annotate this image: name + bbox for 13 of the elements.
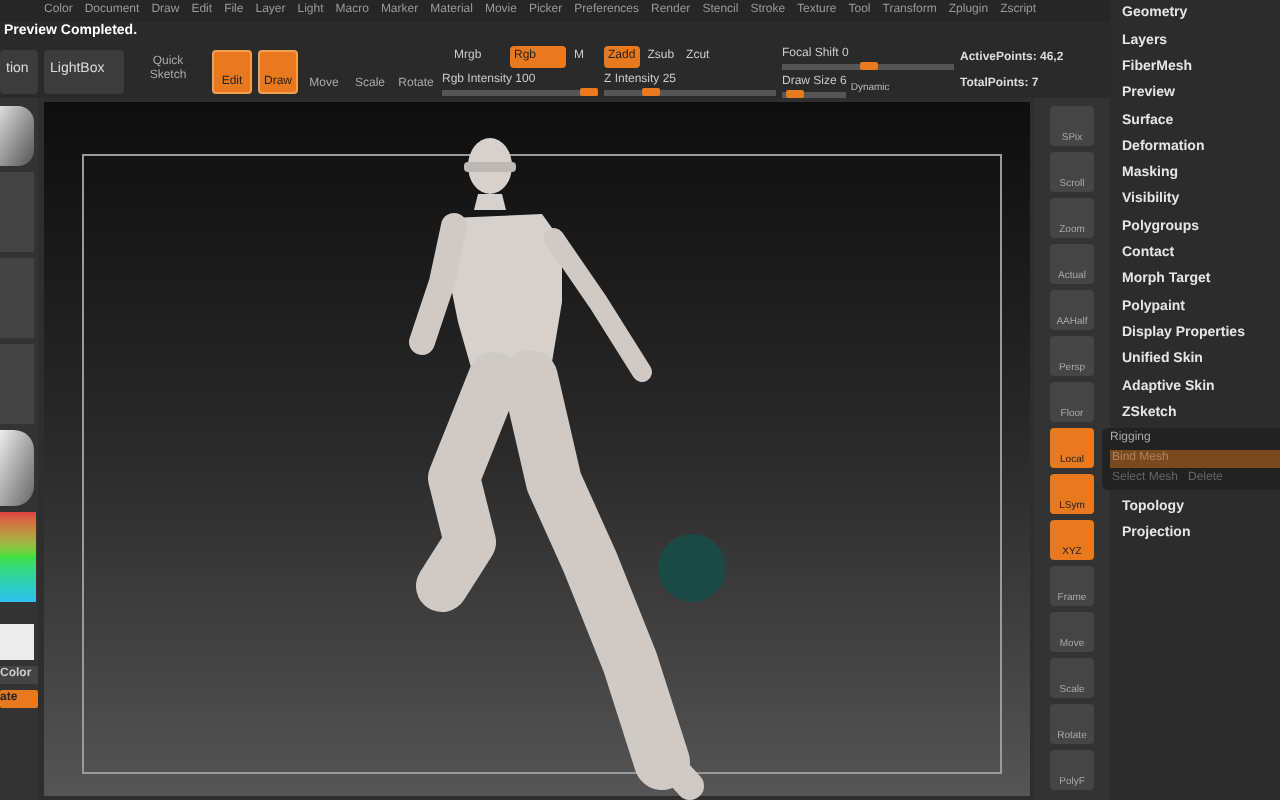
slider-track[interactable] bbox=[604, 90, 776, 96]
material-icon[interactable] bbox=[0, 430, 34, 506]
slider-thumb[interactable] bbox=[786, 89, 805, 97]
slider-track[interactable] bbox=[442, 90, 598, 96]
slider-thumb[interactable] bbox=[859, 61, 877, 69]
brush-cursor-icon bbox=[658, 534, 726, 602]
color-picker[interactable] bbox=[0, 512, 36, 602]
canvas[interactable] bbox=[44, 102, 1030, 796]
slider-track[interactable] bbox=[782, 63, 954, 69]
color-swatch[interactable] bbox=[0, 624, 34, 660]
slider-track[interactable] bbox=[782, 91, 847, 97]
slider-thumb[interactable] bbox=[580, 88, 598, 96]
slider-thumb[interactable] bbox=[642, 88, 661, 96]
